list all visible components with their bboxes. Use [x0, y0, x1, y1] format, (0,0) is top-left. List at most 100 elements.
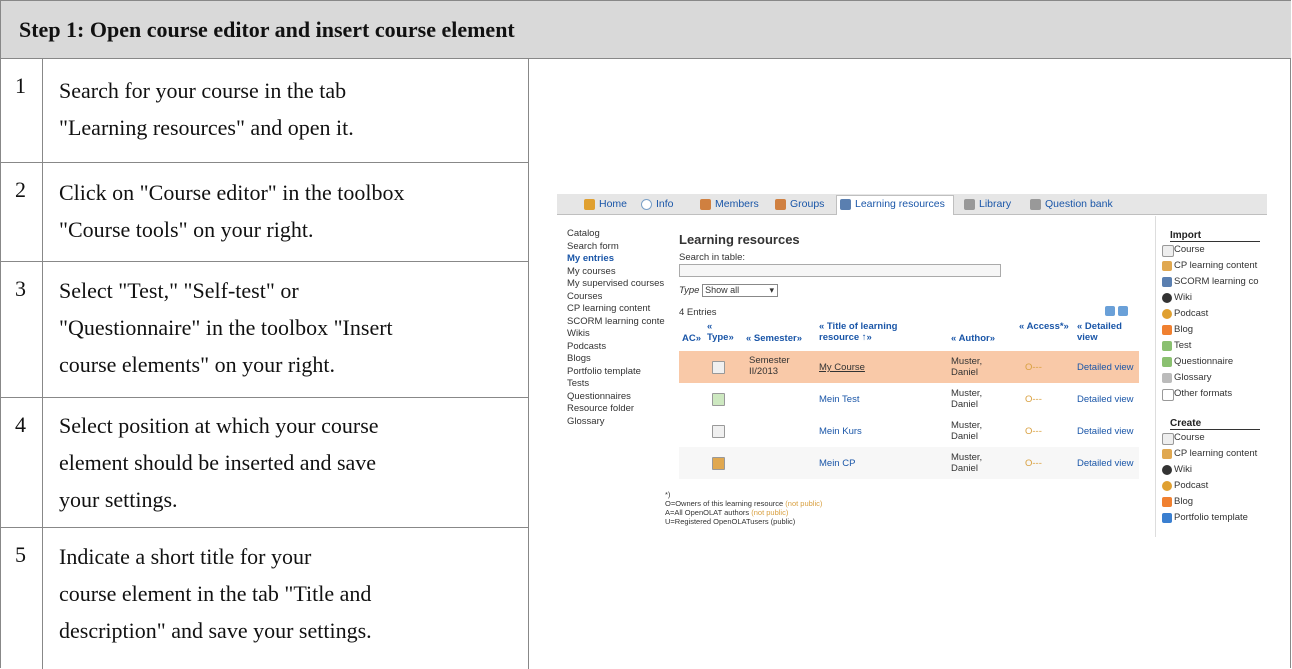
- cell-title-link[interactable]: Mein Kurs: [819, 426, 862, 437]
- cell-title-link[interactable]: Mein CP: [819, 458, 855, 469]
- item-label: Test: [1174, 340, 1192, 351]
- search-input[interactable]: [679, 264, 1001, 277]
- detailed-view-link[interactable]: Detailed view: [1077, 362, 1134, 373]
- step-line: "Learning resources" and open it.: [59, 115, 354, 140]
- item-label: CP learning content: [1174, 260, 1258, 271]
- nav-item-portfolio-template[interactable]: Portfolio template: [567, 366, 665, 379]
- scorm-icon: [1162, 277, 1172, 287]
- tab-members[interactable]: Members: [697, 196, 767, 213]
- access-footnote: *) O=Owners of this learning resource (n…: [665, 490, 822, 526]
- item-label: Blog: [1174, 496, 1194, 507]
- footnote-text: O=Owners of this learning resource: [665, 499, 784, 508]
- nav-item-my-entries[interactable]: My entries: [567, 253, 665, 266]
- import-wiki[interactable]: Wiki: [1162, 292, 1192, 304]
- members-icon: [700, 199, 711, 210]
- nav-item-glossary[interactable]: Glossary: [567, 416, 665, 429]
- nav-item-resource-folder[interactable]: Resource folder: [567, 403, 665, 416]
- nav-item-scorm-learning-content[interactable]: SCORM learning content: [567, 316, 665, 329]
- cell-access: O---: [1025, 458, 1042, 469]
- tab-learning-resources[interactable]: Learning resources: [836, 195, 954, 215]
- course-icon: [1162, 433, 1174, 445]
- table-row[interactable]: Semester II/2013 My Course Muster, Danie…: [679, 351, 1139, 383]
- create-podcast[interactable]: Podcast: [1162, 480, 1208, 492]
- import-cp[interactable]: CP learning content: [1162, 260, 1257, 272]
- column-header-access[interactable]: « Access*»: [1019, 321, 1073, 351]
- type-label: Type: [679, 285, 700, 297]
- import-podcast[interactable]: Podcast: [1162, 308, 1208, 320]
- create-wiki[interactable]: Wiki: [1162, 464, 1192, 476]
- detailed-view-link[interactable]: Detailed view: [1077, 458, 1134, 469]
- nav-item-podcasts[interactable]: Podcasts: [567, 341, 665, 354]
- import-course[interactable]: Course: [1162, 244, 1205, 257]
- type-select[interactable]: Show all ▾: [702, 284, 779, 297]
- tab-library[interactable]: Library: [961, 196, 1019, 213]
- footnote-text: A=All OpenOLAT authors: [665, 508, 750, 517]
- nav-item-catalog[interactable]: Catalog: [567, 228, 665, 241]
- tab-label: Info: [656, 198, 674, 210]
- footnote-note: (not public): [785, 499, 823, 508]
- table-tools: [1102, 306, 1128, 319]
- tab-label: Learning resources: [855, 198, 945, 210]
- create-blog[interactable]: Blog: [1162, 496, 1193, 508]
- import-heading: Import: [1170, 230, 1260, 242]
- column-header-title[interactable]: « Title of learning resource ↑»: [819, 321, 929, 351]
- entries-count: 4 Entries: [679, 307, 717, 318]
- nav-item-search-form[interactable]: Search form: [567, 241, 665, 254]
- step-row: 2 Click on "Course editor" in the toolbo…: [1, 163, 529, 262]
- cell-semester: Semester II/2013: [749, 355, 790, 377]
- table-row[interactable]: Mein CP Muster, Daniel O--- Detailed vie…: [679, 447, 1139, 479]
- footnote-note: (not public): [751, 508, 789, 517]
- column-header-detailed-view[interactable]: « Detailed view: [1077, 321, 1137, 351]
- import-test[interactable]: Test: [1162, 340, 1191, 352]
- step-text: Click on "Course editor" in the toolbox …: [59, 174, 521, 248]
- nav-item-questionnaires[interactable]: Questionnaires: [567, 391, 665, 404]
- nav-item-blogs[interactable]: Blogs: [567, 353, 665, 366]
- import-scorm[interactable]: SCORM learning co: [1162, 276, 1258, 288]
- nav-item-my-supervised-courses[interactable]: My supervised courses: [567, 278, 665, 291]
- table-settings-icon[interactable]: [1118, 306, 1128, 316]
- question-bank-icon: [1030, 199, 1041, 210]
- cell-author: Muster, Daniel: [951, 356, 983, 378]
- tab-groups[interactable]: Groups: [772, 196, 834, 213]
- detailed-view-link[interactable]: Detailed view: [1077, 426, 1134, 437]
- cp-icon: [1162, 261, 1172, 271]
- nav-item-wikis[interactable]: Wikis: [567, 328, 665, 341]
- detailed-view-link[interactable]: Detailed view: [1077, 394, 1134, 405]
- item-label: SCORM learning co: [1174, 276, 1259, 287]
- create-course[interactable]: Course: [1162, 432, 1205, 445]
- nav-item-courses[interactable]: Courses: [567, 291, 665, 304]
- create-portfolio-template[interactable]: Portfolio template: [1162, 512, 1248, 524]
- import-blog[interactable]: Blog: [1162, 324, 1193, 336]
- cp-icon: [1162, 449, 1172, 459]
- table-row[interactable]: Mein Kurs Muster, Daniel O--- Detailed v…: [679, 415, 1139, 447]
- info-icon: [641, 199, 652, 210]
- table-row[interactable]: Mein Test Muster, Daniel O--- Detailed v…: [679, 383, 1139, 415]
- footnote-line: O=Owners of this learning resource (not …: [665, 499, 822, 508]
- cell-access: O---: [1025, 426, 1042, 437]
- step-number: 4: [1, 398, 43, 527]
- portfolio-icon: [1162, 513, 1172, 523]
- nav-item-cp-learning-content[interactable]: CP learning content: [567, 303, 665, 316]
- import-glossary[interactable]: Glossary: [1162, 372, 1211, 384]
- step-line: Select position at which your course: [59, 413, 379, 438]
- import-other-formats[interactable]: Other formats: [1162, 388, 1232, 401]
- test-icon: [712, 393, 725, 406]
- footnote-star: *): [665, 490, 671, 499]
- cell-title-link[interactable]: Mein Test: [819, 394, 859, 405]
- instruction-table: Step 1: Open course editor and insert co…: [0, 0, 1291, 669]
- column-header-type[interactable]: « Type»: [707, 321, 739, 351]
- nav-item-my-courses[interactable]: My courses: [567, 266, 665, 279]
- tab-home[interactable]: Home: [581, 196, 631, 213]
- type-filter: Type Show all ▾: [679, 284, 779, 297]
- nav-item-tests[interactable]: Tests: [567, 378, 665, 391]
- tab-question-bank[interactable]: Question bank: [1027, 196, 1123, 213]
- step-line: Click on "Course editor" in the toolbox: [59, 180, 405, 205]
- create-cp[interactable]: CP learning content: [1162, 448, 1257, 460]
- cell-author: Muster, Daniel: [951, 388, 983, 410]
- tab-info[interactable]: Info: [638, 196, 682, 213]
- home-icon: [584, 199, 595, 210]
- download-icon[interactable]: [1105, 306, 1115, 316]
- cell-title-link[interactable]: My Course: [819, 362, 865, 373]
- cell-access: O---: [1025, 394, 1042, 405]
- import-questionnaire[interactable]: Questionnaire: [1162, 356, 1233, 368]
